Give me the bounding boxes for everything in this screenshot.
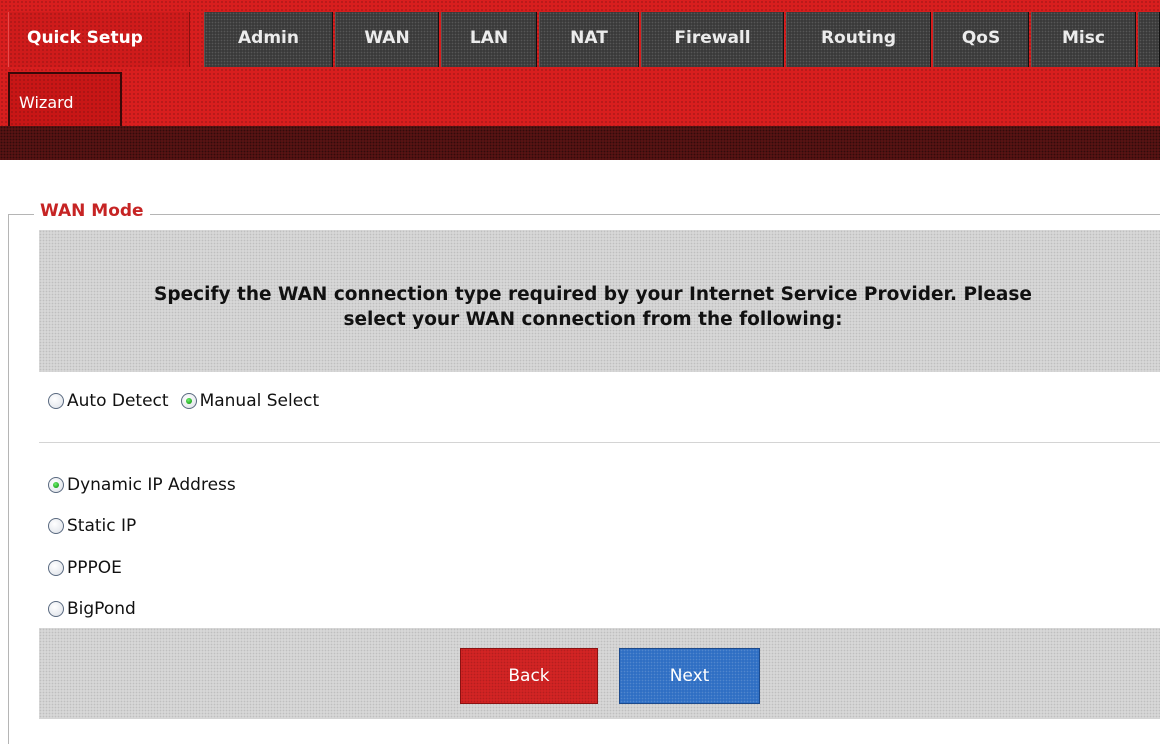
tab-wan[interactable]: WAN bbox=[335, 12, 439, 67]
main-nav-tabs: Quick Setup Admin WAN LAN NAT Firewall R… bbox=[0, 12, 1160, 67]
tab-routing[interactable]: Routing bbox=[786, 12, 931, 67]
instructions-line-1: Specify the WAN connection type required… bbox=[154, 284, 1032, 305]
pppoe-radio[interactable] bbox=[48, 560, 64, 576]
divider bbox=[39, 442, 1160, 443]
dynamic-ip-label[interactable]: Dynamic IP Address bbox=[67, 475, 236, 495]
tab-misc[interactable]: Misc bbox=[1031, 12, 1136, 67]
connection-option-static-ip: Static IP bbox=[48, 516, 136, 536]
connection-option-bigpond: BigPond bbox=[48, 599, 136, 619]
static-ip-radio[interactable] bbox=[48, 518, 64, 534]
instructions-text: Specify the WAN connection type required… bbox=[39, 282, 1147, 332]
instructions-line-2: select your WAN connection from the foll… bbox=[343, 309, 843, 330]
section-legend: WAN Mode bbox=[34, 201, 150, 221]
static-ip-label[interactable]: Static IP bbox=[67, 516, 136, 536]
auto-detect-label[interactable]: Auto Detect bbox=[67, 391, 169, 411]
instructions-panel: Specify the WAN connection type required… bbox=[39, 230, 1160, 372]
tab-quick-setup[interactable]: Quick Setup bbox=[8, 12, 190, 67]
pppoe-label[interactable]: PPPOE bbox=[67, 558, 122, 578]
manual-select-label[interactable]: Manual Select bbox=[200, 391, 320, 411]
connection-option-dynamic-ip: Dynamic IP Address bbox=[48, 475, 236, 495]
tab-qos[interactable]: QoS bbox=[933, 12, 1029, 67]
back-button[interactable]: Back bbox=[460, 648, 598, 704]
bigpond-radio[interactable] bbox=[48, 601, 64, 617]
manual-select-radio[interactable] bbox=[180, 393, 197, 409]
tab-lan[interactable]: LAN bbox=[441, 12, 537, 67]
tab-overflow[interactable] bbox=[1138, 12, 1160, 67]
bigpond-label[interactable]: BigPond bbox=[67, 599, 136, 619]
detect-mode-group: Auto Detect Manual Select bbox=[48, 391, 319, 411]
auto-detect-radio[interactable] bbox=[48, 393, 64, 409]
subnav-wizard[interactable]: Wizard bbox=[8, 72, 122, 128]
next-button[interactable]: Next bbox=[619, 648, 760, 704]
tab-firewall[interactable]: Firewall bbox=[641, 12, 784, 67]
tab-admin[interactable]: Admin bbox=[204, 12, 333, 67]
tab-nat[interactable]: NAT bbox=[539, 12, 639, 67]
header-dark-band bbox=[0, 126, 1160, 160]
button-bar: Back Next bbox=[39, 628, 1160, 718]
top-header: Quick Setup Admin WAN LAN NAT Firewall R… bbox=[0, 0, 1160, 160]
bottom-divider bbox=[39, 718, 1160, 719]
connection-option-pppoe: PPPOE bbox=[48, 558, 122, 578]
dynamic-ip-radio[interactable] bbox=[48, 477, 64, 493]
